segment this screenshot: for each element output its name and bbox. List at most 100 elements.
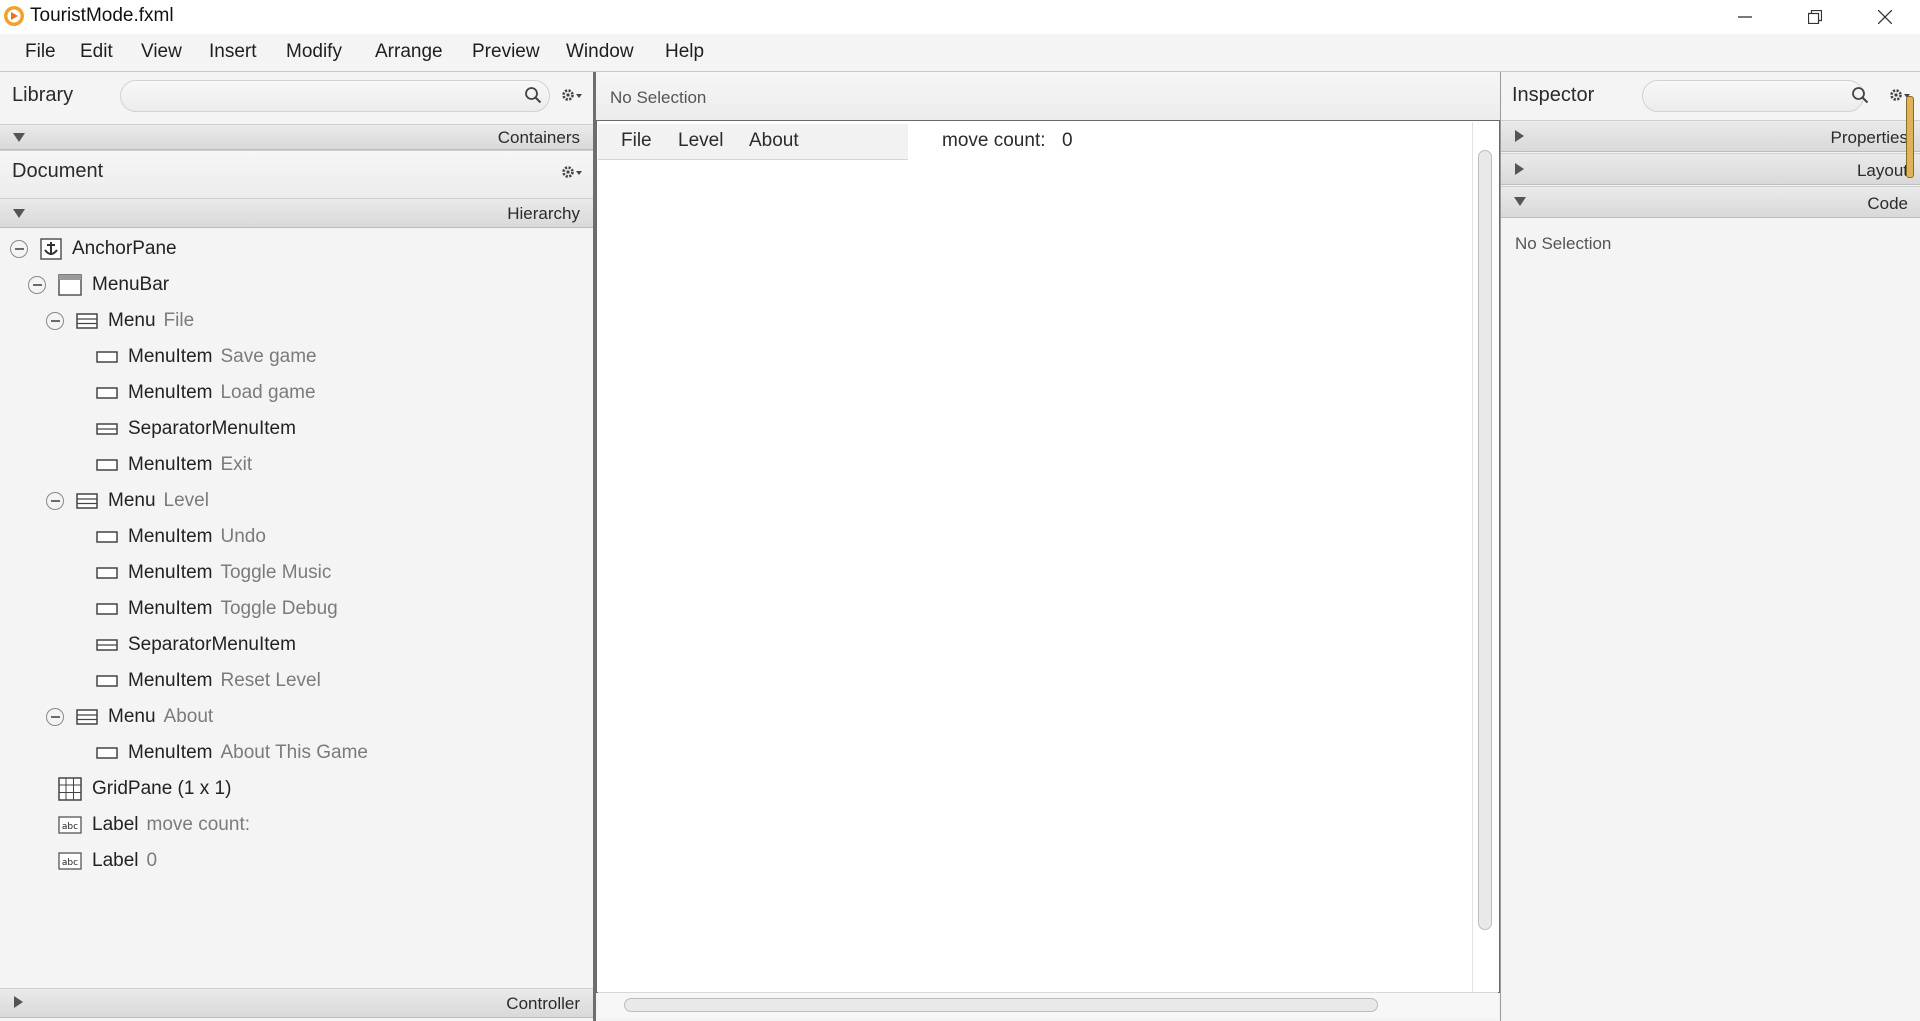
separator-menuitem-icon: [96, 423, 118, 435]
menubar-icon: [58, 274, 82, 296]
tree-node-menuitem[interactable]: MenuItem Save game: [0, 339, 593, 375]
node-text-label: Reset Level: [220, 670, 321, 691]
inspector-title: Inspector: [1512, 84, 1595, 106]
collapse-toggle-icon[interactable]: [46, 312, 64, 330]
restore-icon: [1808, 10, 1822, 24]
inspector-search-input[interactable]: [1642, 80, 1864, 112]
scene-builder-app-icon: [3, 5, 25, 27]
document-title: Document: [12, 160, 104, 182]
node-type-label: MenuItem: [128, 526, 213, 547]
tree-node-menuitem[interactable]: MenuItem Toggle Music: [0, 555, 593, 591]
inspector-empty-text: No Selection: [1515, 234, 1612, 253]
hierarchy-section[interactable]: [0, 198, 593, 228]
gridpane-icon: [58, 777, 82, 801]
tree-node-menuitem[interactable]: MenuItem Load game: [0, 375, 593, 411]
tree-node-menuitem[interactable]: MenuItem About This Game: [0, 735, 593, 771]
node-text-label: Exit: [220, 454, 253, 475]
node-type-label: SeparatorMenuItem: [128, 634, 296, 655]
tree-node-menuitem[interactable]: MenuItem Undo: [0, 519, 593, 555]
collapse-toggle-icon[interactable]: [28, 276, 46, 294]
node-text-label: move count:: [146, 814, 251, 835]
menu-arrange[interactable]: Arrange: [375, 41, 443, 63]
menu-window[interactable]: Window: [566, 41, 634, 63]
node-type-label: Label: [92, 814, 139, 835]
code-section-label: Code: [1867, 194, 1908, 213]
expand-triangle-icon: [1515, 163, 1524, 175]
tree-node-menu[interactable]: Menu About: [0, 699, 593, 735]
node-text-label: Undo: [220, 526, 266, 547]
tree-node-menu[interactable]: Menu Level: [0, 483, 593, 519]
collapse-toggle-icon[interactable]: [46, 492, 64, 510]
hierarchy-tree: AnchorPane MenuBar Menu File MenuItem Save ga…: [0, 231, 593, 879]
node-type-label: MenuItem: [128, 382, 213, 403]
document-settings-gear-icon[interactable]: [560, 163, 582, 186]
controller-section-label: Controller: [506, 994, 580, 1013]
horizontal-scrollbar-thumb[interactable]: [624, 998, 1378, 1012]
library-search-input[interactable]: [120, 80, 550, 112]
menuitem-icon: [96, 387, 118, 399]
svg-text:abc: abc: [62, 858, 78, 868]
tree-node-menuitem[interactable]: MenuItem Reset Level: [0, 663, 593, 699]
collapse-toggle-icon[interactable]: [10, 240, 28, 258]
collapse-triangle-icon: [13, 133, 25, 142]
tree-node-menuitem[interactable]: MenuItem Exit: [0, 447, 593, 483]
minimize-button[interactable]: [1710, 0, 1780, 34]
node-type-label: Label: [92, 850, 139, 871]
menu-view[interactable]: View: [141, 41, 182, 63]
menu-file[interactable]: File: [25, 41, 56, 63]
node-text-label: Toggle Debug: [220, 598, 338, 619]
menu-edit[interactable]: Edit: [80, 41, 113, 63]
tree-node-gridpane-1-x-1[interactable]: GridPane (1 x 1): [0, 771, 593, 807]
menuitem-icon: [96, 459, 118, 471]
tree-node-separatormenuitem[interactable]: SeparatorMenuItem: [0, 627, 593, 663]
preview-menu-level[interactable]: Level: [678, 130, 723, 152]
anchor-icon: [40, 238, 62, 260]
menuitem-icon: [96, 531, 118, 543]
collapse-triangle-icon: [13, 209, 25, 218]
close-icon: [1878, 10, 1892, 24]
node-text-label: File: [163, 310, 195, 331]
tree-node-menubar[interactable]: MenuBar: [0, 267, 593, 303]
tree-node-label[interactable]: abc Label 0: [0, 843, 593, 879]
preview-menu-file[interactable]: File: [621, 130, 652, 152]
tree-node-menu[interactable]: Menu File: [0, 303, 593, 339]
node-type-label: MenuItem: [128, 346, 213, 367]
node-type-label: Menu: [108, 490, 156, 511]
layout-section-label: Layout: [1856, 161, 1908, 180]
node-type-label: AnchorPane: [72, 238, 177, 259]
close-button[interactable]: [1850, 0, 1920, 34]
node-text-label: About This Game: [220, 742, 368, 763]
tree-node-label[interactable]: abc Label move count:: [0, 807, 593, 843]
selection-status: No Selection: [610, 88, 707, 107]
controller-section[interactable]: [0, 988, 593, 1018]
content-header: [596, 72, 1500, 120]
expand-triangle-icon: [1515, 130, 1524, 142]
menu-modify[interactable]: Modify: [286, 41, 342, 63]
tree-node-anchorpane[interactable]: AnchorPane: [0, 231, 593, 267]
menu-icon: [76, 493, 98, 509]
hierarchy-section-label: Hierarchy: [507, 204, 580, 223]
collapse-toggle-icon[interactable]: [46, 708, 64, 726]
preview-menu-about[interactable]: About: [749, 130, 799, 152]
menu-insert[interactable]: Insert: [209, 41, 257, 63]
inspector-scrollbar-thumb[interactable]: [1906, 96, 1914, 178]
separator-menuitem-icon: [96, 639, 118, 651]
inspector-section-code[interactable]: [1501, 186, 1920, 218]
menu-preview[interactable]: Preview: [472, 41, 540, 63]
tree-node-separatormenuitem[interactable]: SeparatorMenuItem: [0, 411, 593, 447]
node-type-label: Menu: [108, 706, 156, 727]
tree-node-menuitem[interactable]: MenuItem Toggle Debug: [0, 591, 593, 627]
vertical-scrollbar-thumb[interactable]: [1478, 150, 1492, 930]
menuitem-icon: [96, 603, 118, 615]
containers-section-label: Containers: [497, 128, 580, 147]
title-bar: [0, 0, 1920, 34]
minimize-icon: [1738, 16, 1752, 18]
library-settings-gear-icon[interactable]: [560, 86, 582, 109]
collapse-triangle-icon: [1514, 197, 1526, 206]
move-count-label[interactable]: move count:: [942, 130, 1046, 152]
node-type-label: MenuItem: [128, 454, 213, 475]
menu-help[interactable]: Help: [665, 41, 704, 63]
move-count-value[interactable]: 0: [1062, 130, 1073, 152]
design-canvas[interactable]: [596, 120, 1500, 993]
restore-button[interactable]: [1780, 0, 1850, 34]
